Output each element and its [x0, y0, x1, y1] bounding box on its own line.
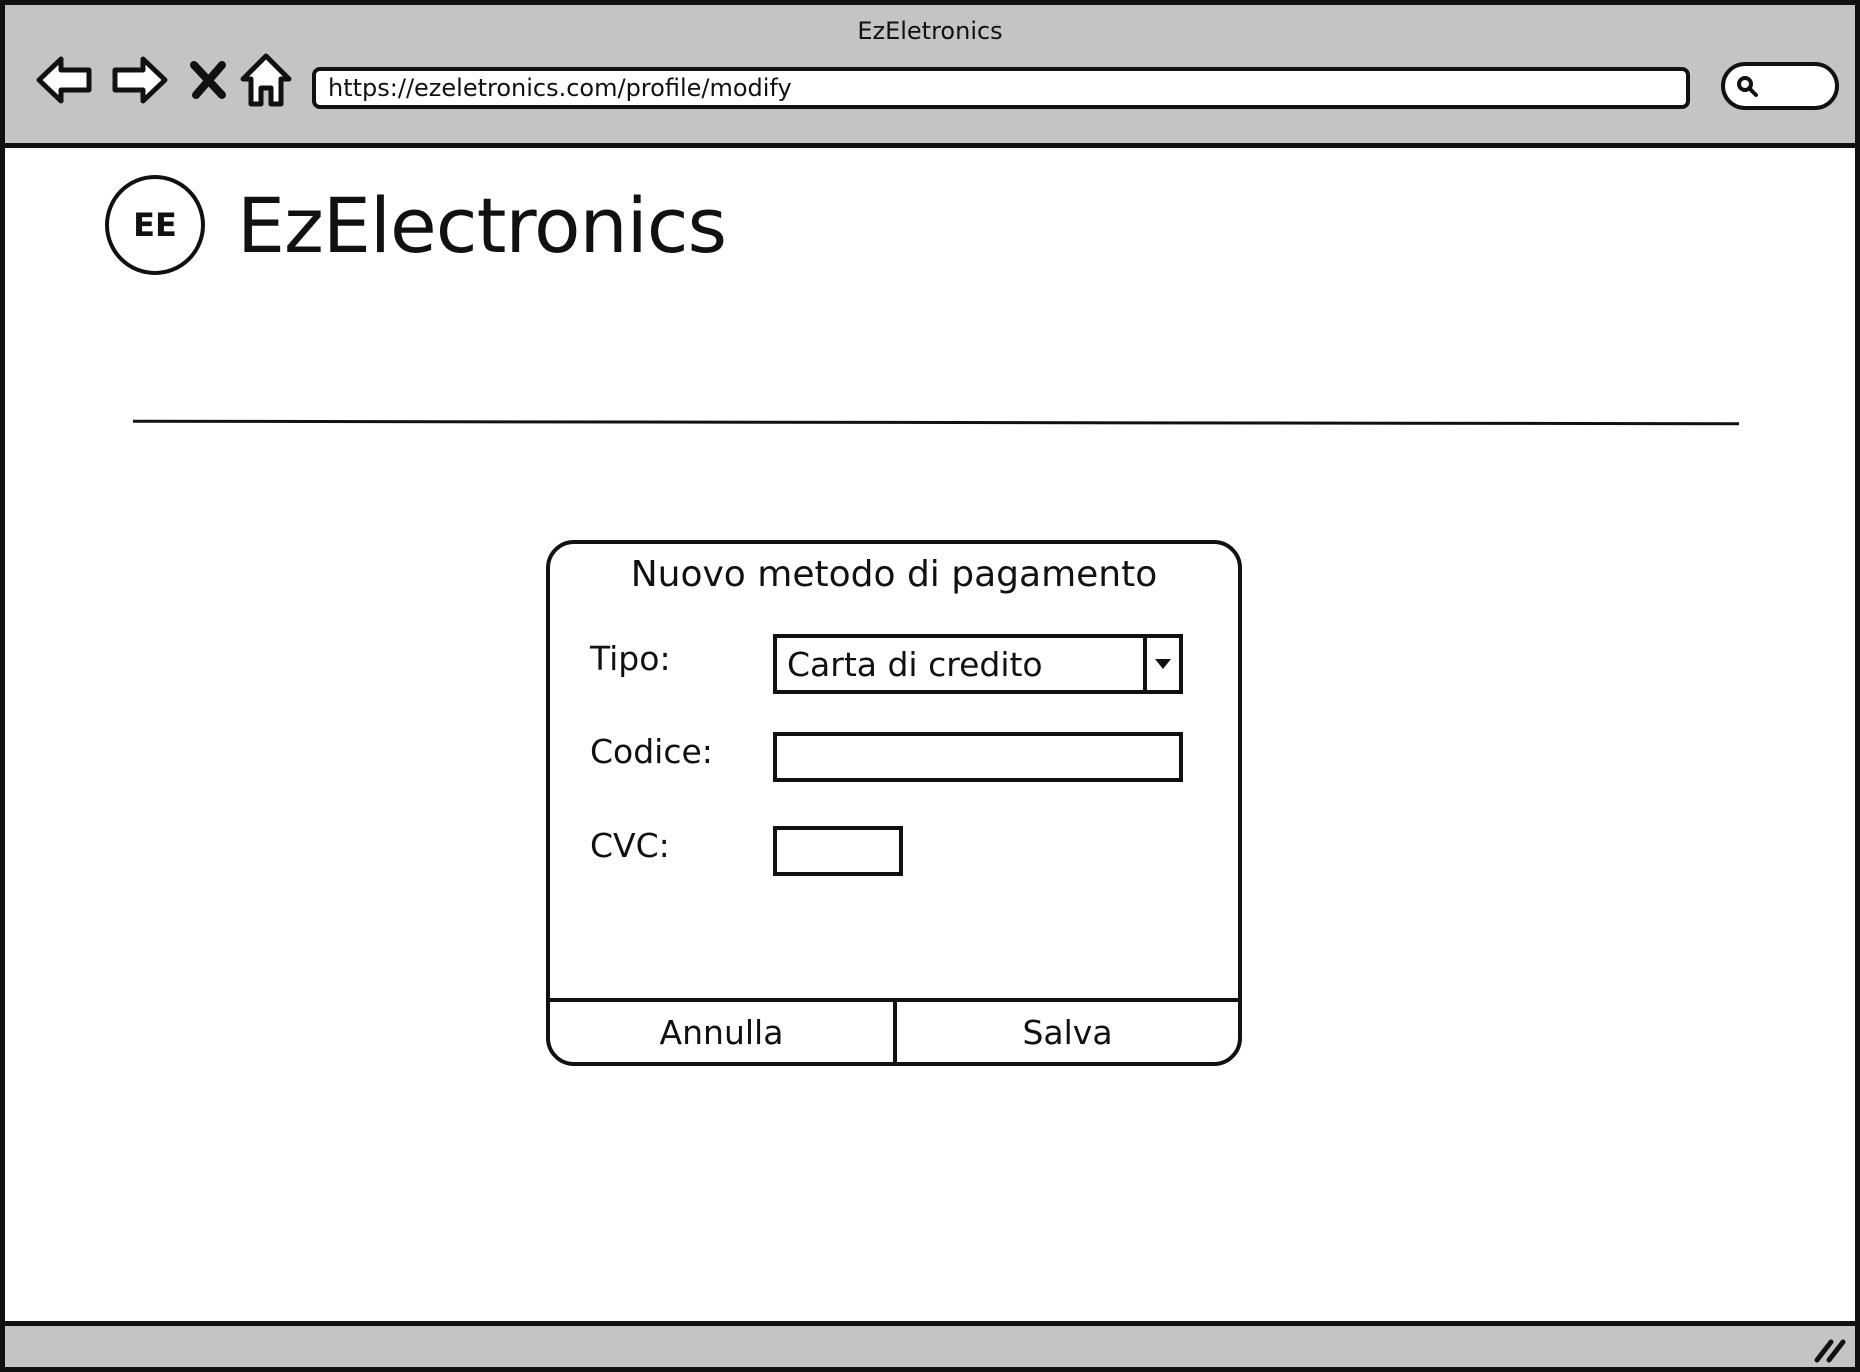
arrow-left-icon: [36, 56, 92, 104]
codice-input[interactable]: [773, 732, 1183, 782]
logo: EE: [105, 175, 205, 275]
tipo-label: Tipo:: [590, 639, 671, 678]
tipo-selected-value: Carta di credito: [787, 644, 1043, 684]
header-divider: [132, 419, 1740, 426]
close-icon: [190, 61, 226, 99]
home-button[interactable]: [233, 49, 299, 111]
browser-window: EzEletronics https://ezeletronics.com/pr…: [0, 0, 1860, 1372]
brand-name: EzElectronics: [237, 180, 727, 270]
arrow-right-icon: [112, 56, 168, 104]
cvc-input[interactable]: [773, 826, 903, 876]
status-bar: [5, 1321, 1855, 1367]
forward-button[interactable]: [107, 49, 173, 111]
home-icon: [240, 53, 292, 107]
cancel-button[interactable]: Annulla: [550, 1002, 893, 1062]
resize-icon: [1814, 1339, 1846, 1363]
resize-grip[interactable]: [1813, 1334, 1847, 1364]
tipo-select[interactable]: Carta di credito: [773, 634, 1183, 694]
search-icon: [1737, 76, 1758, 97]
codice-label: Codice:: [590, 732, 713, 771]
dialog-title: Nuovo metodo di pagamento: [630, 554, 1158, 595]
search-box[interactable]: [1721, 62, 1839, 110]
cvc-label: CVC:: [590, 826, 670, 865]
stop-button[interactable]: [175, 49, 241, 111]
dropdown-arrow[interactable]: [1143, 638, 1179, 690]
save-button[interactable]: Salva: [897, 1002, 1238, 1062]
payment-method-dialog: Nuovo metodo di pagamento Tipo: Carta di…: [546, 540, 1242, 1066]
address-bar[interactable]: https://ezeletronics.com/profile/modify: [312, 67, 1690, 109]
window-title: EzEletronics: [857, 17, 1003, 45]
chevron-down-icon: [1155, 659, 1171, 669]
back-button[interactable]: [31, 49, 97, 111]
browser-toolbar: EzEletronics https://ezeletronics.com/pr…: [5, 5, 1855, 148]
